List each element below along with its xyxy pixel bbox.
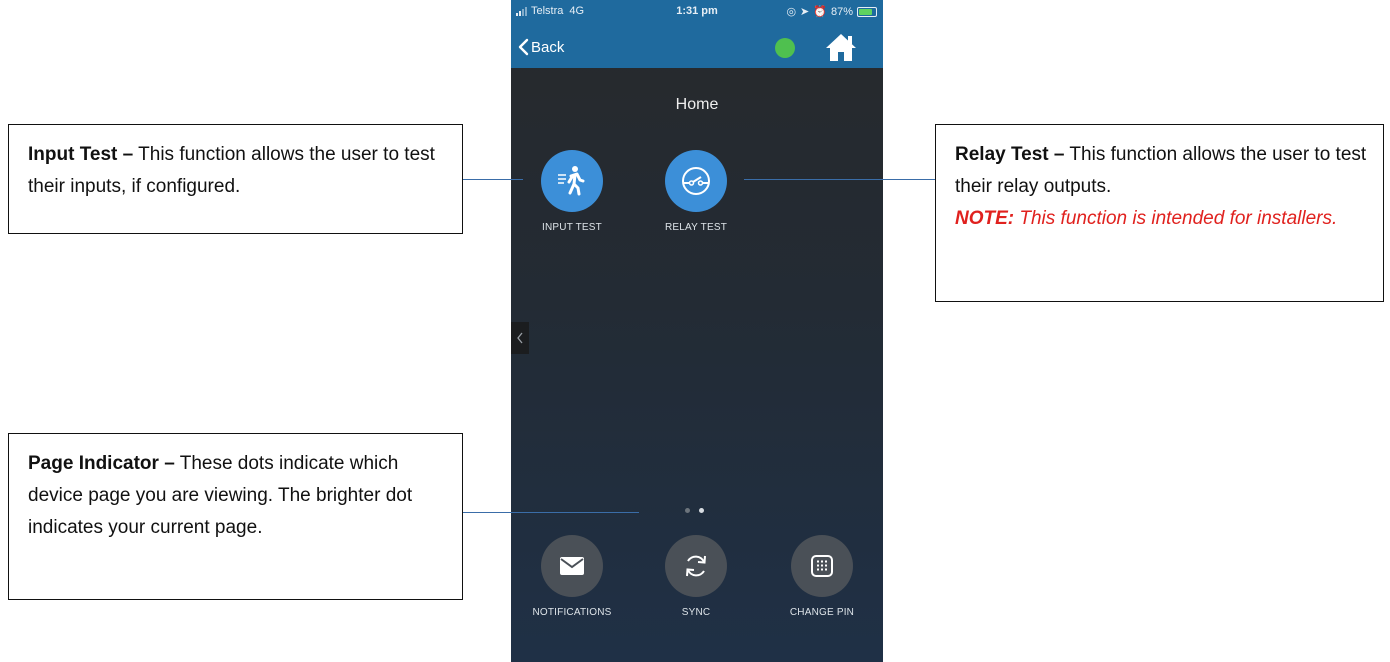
relay-test-button[interactable]	[665, 150, 727, 212]
relay-test-leader-line	[744, 179, 935, 180]
input-test-leader-line	[463, 179, 523, 180]
change-pin-label: CHANGE PIN	[789, 607, 855, 618]
relay-test-tile[interactable]: RELAY TEST	[641, 150, 751, 233]
page-indicator	[685, 508, 704, 513]
input-test-label: INPUT TEST	[542, 222, 602, 233]
page-title: Home	[675, 96, 719, 113]
orientation-lock-icon: ◎	[786, 6, 797, 18]
sync-tile[interactable]: SYNC	[641, 535, 751, 618]
keypad-icon	[811, 555, 833, 577]
callout-title: Page Indicator –	[28, 453, 175, 474]
page-indicator-callout: Page Indicator – These dots indicate whi…	[8, 433, 463, 600]
change-pin-button[interactable]	[791, 535, 853, 597]
side-drawer-handle[interactable]	[511, 322, 529, 354]
input-test-tile[interactable]: INPUT TEST	[517, 150, 627, 233]
battery-percent: 87%	[830, 5, 853, 18]
back-label: Back	[531, 38, 565, 56]
battery-icon	[857, 6, 877, 17]
sync-button[interactable]	[665, 535, 727, 597]
input-test-callout: Input Test – This function allows the us…	[8, 124, 463, 234]
page-dot-2-active[interactable]	[699, 508, 704, 513]
notifications-tile[interactable]: NOTIFICATIONS	[517, 535, 627, 618]
walking-person-icon	[558, 166, 585, 196]
home-icon	[826, 34, 856, 61]
status-right: ◎ ➤ ⏰ 87%	[786, 5, 877, 18]
notifications-button[interactable]	[541, 535, 603, 597]
location-icon: ➤	[800, 6, 810, 18]
sync-label: SYNC	[681, 607, 711, 618]
back-button[interactable]: Back	[518, 38, 564, 56]
relay-switch-icon	[682, 167, 710, 195]
phone-screen: Telstra 4G 1:31 pm ◎ ➤ ⏰ 87% Back Home I…	[511, 0, 883, 662]
header-bar: Telstra 4G 1:31 pm ◎ ➤ ⏰ 87% Back	[511, 0, 883, 68]
callout-title: Input Test –	[28, 144, 134, 165]
page-dot-1[interactable]	[685, 508, 690, 513]
notifications-label: NOTIFICATIONS	[532, 607, 612, 618]
alarm-icon: ⏰	[813, 6, 827, 18]
input-test-button[interactable]	[541, 150, 603, 212]
chevron-left-icon	[518, 38, 529, 56]
status-bar: Telstra 4G 1:31 pm ◎ ➤ ⏰ 87%	[511, 0, 883, 24]
chevron-left-icon	[517, 332, 523, 344]
installer-note: NOTE: This function is intended for inst…	[955, 203, 1371, 235]
note-text: This function is intended for installers…	[1014, 208, 1338, 229]
home-button[interactable]	[825, 32, 857, 62]
relay-test-callout: Relay Test – This function allows the us…	[935, 124, 1384, 302]
callout-title: Relay Test –	[955, 144, 1065, 165]
change-pin-tile[interactable]: CHANGE PIN	[767, 535, 877, 618]
connection-status-indicator	[775, 38, 795, 58]
envelope-icon	[560, 557, 584, 575]
sync-icon	[686, 555, 706, 577]
relay-test-label: RELAY TEST	[664, 222, 728, 233]
note-label: NOTE:	[955, 208, 1015, 229]
page-indicator-leader-line	[463, 512, 639, 513]
